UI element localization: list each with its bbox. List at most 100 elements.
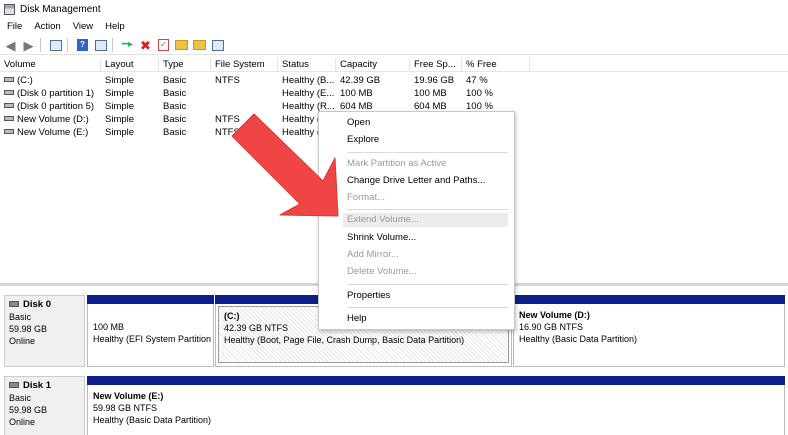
- disk-icon: [9, 381, 19, 388]
- volume-row[interactable]: (C:) Simple Basic NTFS Healthy (B... 42.…: [0, 74, 788, 87]
- export-icon[interactable]: [192, 38, 207, 53]
- partition-status: Healthy (EFI System Partition: [93, 334, 212, 344]
- file-system-cell: [211, 87, 278, 100]
- check-icon[interactable]: ✓: [156, 38, 171, 53]
- disk-size: 59.98 GB: [9, 405, 48, 415]
- column-header-status[interactable]: Status: [278, 58, 336, 72]
- toolbar: ◀ ▶ ? ━▸ ✖ ✓: [0, 36, 788, 55]
- partition-status: Healthy (Basic Data Partition): [519, 334, 638, 344]
- volume-name-cell: (Disk 0 partition 1): [0, 87, 101, 100]
- partition-status: Healthy (Boot, Page File, Crash Dump, Ba…: [224, 335, 465, 345]
- type-cell: Basic: [163, 101, 187, 112]
- layout-cell: Simple: [105, 75, 135, 86]
- view-icon[interactable]: [210, 38, 225, 53]
- file-system-cell: NTFS: [215, 114, 240, 125]
- file-system-cell: NTFS: [215, 75, 240, 86]
- volume-icon: [4, 115, 14, 121]
- properties-icon[interactable]: [48, 38, 63, 53]
- menu-item-shrink-volume[interactable]: Shrink Volume...: [347, 231, 416, 245]
- partition-efi[interactable]: 100 MB Healthy (EFI System Partition: [87, 295, 214, 367]
- file-system-cell: NTFS: [215, 127, 240, 138]
- status-cell: Healthy (B...: [282, 75, 335, 86]
- connect-icon[interactable]: ━▸: [120, 38, 135, 53]
- delete-icon[interactable]: ✖: [138, 38, 153, 53]
- menu-separator: [347, 284, 508, 285]
- partition-size: 59.98 GB NTFS: [93, 403, 158, 413]
- volume-name: (Disk 0 partition 5): [17, 101, 95, 112]
- column-header-capacity[interactable]: Capacity: [336, 58, 410, 72]
- partition-d[interactable]: New Volume (D:) 16.90 GB NTFS Healthy (B…: [513, 295, 785, 367]
- volume-name: New Volume (D:): [17, 114, 89, 125]
- partition-status: Healthy (Basic Data Partition): [93, 415, 212, 425]
- toolbar-divider: [67, 38, 68, 52]
- type-cell: Basic: [163, 88, 187, 99]
- column-header-free-space[interactable]: Free Sp...: [410, 58, 462, 72]
- menu-item-extend-volume: Extend Volume...: [347, 214, 419, 225]
- partition-size: 100 MB: [93, 322, 125, 332]
- volume-name: (C:): [17, 75, 33, 86]
- layout-cell: Simple: [105, 127, 135, 138]
- console-icon[interactable]: [93, 38, 108, 53]
- menu-separator: [347, 152, 508, 153]
- volume-name: (Disk 0 partition 1): [17, 88, 95, 99]
- menu-action[interactable]: Action: [27, 21, 65, 32]
- file-system-cell: [211, 100, 278, 113]
- column-header-file-system[interactable]: File System: [211, 58, 278, 72]
- menu-file[interactable]: File: [0, 21, 27, 32]
- free-space-cell: 19.96 GB: [414, 75, 455, 86]
- layout-cell: Simple: [105, 114, 135, 125]
- disk-management-app-icon: [4, 3, 15, 15]
- volume-row[interactable]: (Disk 0 partition 1) Simple Basic Health…: [0, 87, 788, 100]
- menu-item-delete-volume: Delete Volume...: [347, 266, 417, 277]
- disk-type: Basic: [9, 393, 32, 403]
- layout-cell: Simple: [105, 88, 135, 99]
- disk-state: Online: [9, 336, 36, 346]
- menu-item-explore[interactable]: Explore: [347, 133, 379, 147]
- toolbar-divider: [40, 38, 41, 52]
- disk-type: Basic: [9, 312, 32, 322]
- title-bar: Disk Management: [0, 0, 788, 18]
- column-header-percent-free[interactable]: % Free: [462, 58, 530, 72]
- partition-e[interactable]: New Volume (E:) 59.98 GB NTFS Healthy (B…: [87, 376, 785, 435]
- menu-item-open[interactable]: Open: [347, 116, 370, 130]
- partition-bar: [87, 295, 214, 304]
- column-header-volume[interactable]: Volume: [0, 58, 101, 72]
- free-space-cell: 100 MB: [414, 88, 447, 99]
- import-icon[interactable]: [174, 38, 189, 53]
- capacity-cell: 100 MB: [340, 88, 373, 99]
- help-icon[interactable]: ?: [75, 38, 90, 53]
- layout-cell: Simple: [105, 101, 135, 112]
- disk-state: Online: [9, 417, 36, 427]
- volume-name-cell: (C:): [0, 74, 101, 87]
- toolbar-divider: [112, 38, 113, 52]
- column-header-type[interactable]: Type: [159, 58, 211, 72]
- volume-name-cell: New Volume (E:): [0, 126, 101, 139]
- volume-icon: [4, 102, 14, 108]
- menu-item-format: Format...: [347, 192, 386, 203]
- volume-icon: [4, 89, 14, 95]
- menu-item-properties[interactable]: Properties: [347, 289, 390, 303]
- disk-name: Disk 0: [23, 299, 51, 310]
- disk-size: 59.98 GB: [9, 324, 48, 334]
- volume-icon: [4, 76, 14, 82]
- capacity-cell: 42.39 GB: [340, 75, 381, 86]
- disk-0-label[interactable]: Disk 0 Basic 59.98 GB Online: [4, 295, 85, 367]
- disk-1-label[interactable]: Disk 1 Basic 59.98 GB Online: [4, 376, 85, 435]
- menu-separator: [347, 307, 508, 308]
- menu-view[interactable]: View: [66, 21, 98, 32]
- menu-item-mark-partition-active: Mark Partition as Active: [347, 158, 447, 169]
- menu-help[interactable]: Help: [98, 21, 130, 32]
- volume-icon: [4, 128, 14, 134]
- disk-name: Disk 1: [23, 380, 51, 391]
- menu-item-help[interactable]: Help: [347, 312, 367, 326]
- partition-size: 16.90 GB NTFS: [519, 322, 584, 332]
- partition-bar: [513, 295, 785, 304]
- menu-item-change-drive-letter[interactable]: Change Drive Letter and Paths...: [347, 174, 485, 188]
- window-title: Disk Management: [20, 3, 101, 15]
- status-cell: Healthy (E...: [282, 88, 335, 99]
- volume-list-header: Volume Layout Type File System Status Ca…: [0, 58, 788, 72]
- menu-bar: File Action View Help: [0, 19, 130, 34]
- forward-icon[interactable]: ▶: [21, 38, 36, 53]
- back-icon[interactable]: ◀: [3, 38, 18, 53]
- column-header-layout[interactable]: Layout: [101, 58, 159, 72]
